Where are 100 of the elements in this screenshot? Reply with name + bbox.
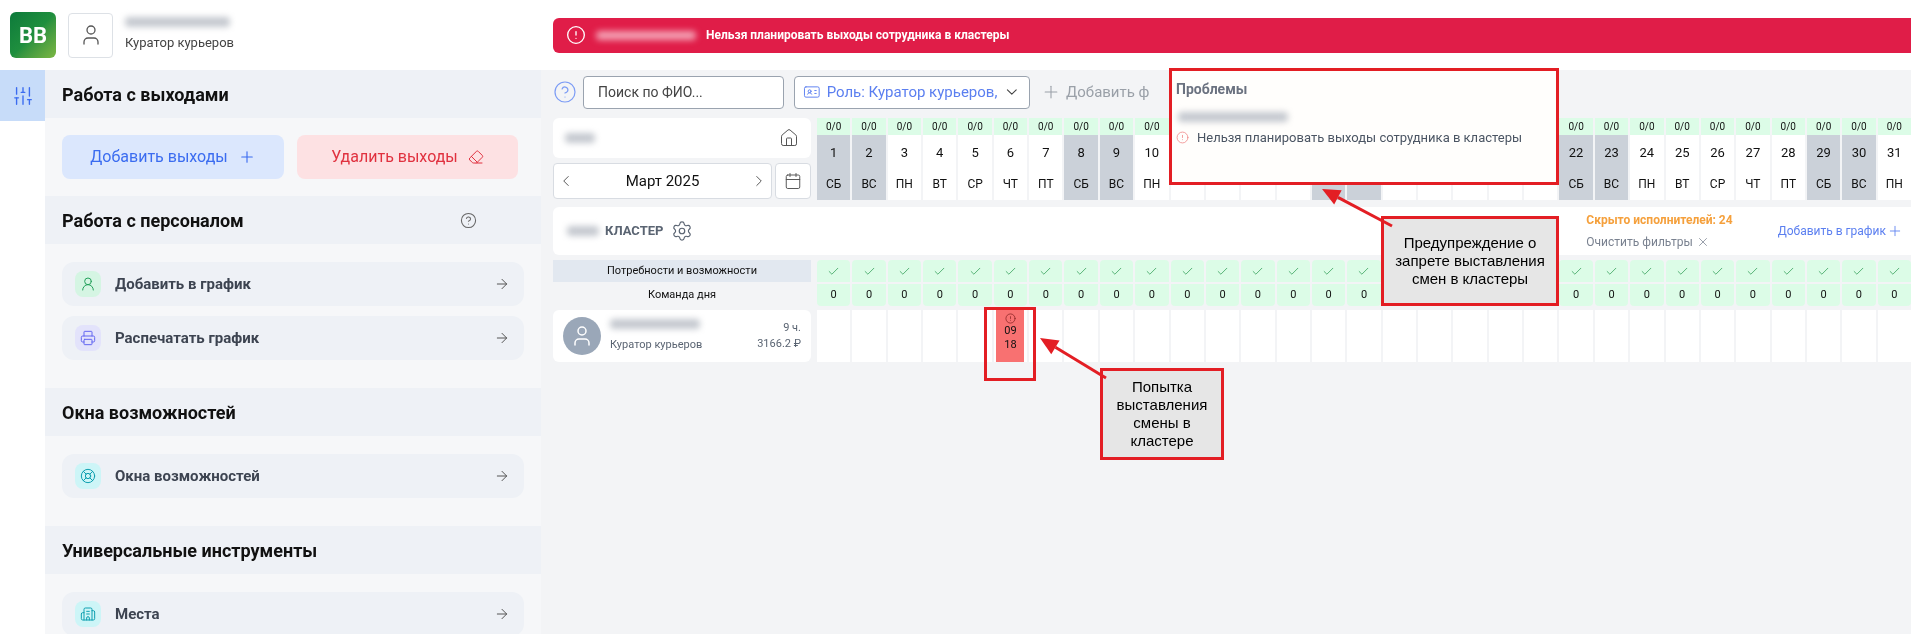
day-weekday: СБ [1073,176,1089,193]
item-label: Добавить в график [115,273,252,295]
team-cell: 0 [958,284,992,306]
alert-icon [566,25,586,45]
day-column-header[interactable]: 6 ЧТ [993,135,1028,200]
add-to-schedule-link[interactable]: Добавить в график [1777,222,1903,240]
day-column-header[interactable]: 1 СБ [817,135,851,200]
sliders-icon [11,84,34,107]
id-card-icon [803,83,821,101]
annotation-arrow [1040,338,1107,380]
team-cell: 0 [923,284,957,306]
search-field[interactable]: Поиск по ФИО... [583,75,784,109]
day-column-header[interactable]: 30 ВС [1842,135,1876,200]
day-weekday: ПТ [1780,176,1797,193]
month-switcher[interactable]: Март 2025 [553,163,772,199]
team-cell: 0 [1594,284,1629,306]
day-weekday: СБ [826,176,842,193]
team-cell: 0 [1700,284,1735,306]
home-icon [779,128,799,148]
clear-filters-link[interactable]: Очистить фильтры [1586,233,1710,251]
section-title: Универсальные инструменты [62,538,318,563]
day-number: 27 [1745,144,1761,161]
lifebuoy-icon [75,463,101,489]
day-number: 3 [900,144,909,161]
day-weekday: СБ [1815,176,1832,193]
day-number: 7 [1042,144,1050,161]
arrow-right-icon [494,330,510,346]
day-number: 10 [1144,144,1160,161]
hidden-count: Скрыто исполнителей: 24 [1586,212,1733,229]
day-number: 1 [830,144,838,161]
day-weekday: ВС [861,176,877,193]
team-cell: 0 [1347,284,1381,306]
employee-card[interactable]: Куратор курьеров 9 ч. 3166.2 ₽ [553,310,811,362]
day-load: 0/0 [958,118,992,135]
shift-cell[interactable]: 09 18 [996,310,1025,362]
day-number: 5 [971,144,979,161]
day-number: 26 [1710,144,1725,161]
team-cell: 0 [1877,284,1911,306]
day-load: 0/0 [1665,118,1699,135]
day-column-header[interactable]: 3 ПН [887,135,922,200]
calendar-button[interactable] [775,163,811,199]
day-column-header[interactable]: 2 ВС [852,135,886,200]
add-shifts-button[interactable]: Добавить выходы [62,135,284,179]
day-load: 0/0 [1877,118,1911,135]
item-label: Окна возможностей [115,465,261,487]
day-column-header[interactable]: 5 СР [958,135,992,200]
day-column-header[interactable]: 25 ВТ [1665,135,1699,200]
day-weekday: ПН [1885,176,1903,193]
day-number: 4 [936,144,944,161]
role-filter-dropdown[interactable]: Роль: Куратор курьеров, [794,75,1030,109]
user-icon [75,271,101,297]
day-number: 9 [1112,144,1121,161]
popover-message: Нельзя планировать выходы сотрудника в кластеры [1197,129,1523,147]
day-column-header[interactable]: 10 ПН [1135,135,1169,200]
day-load: 0/0 [817,118,851,135]
blurred-text [567,226,599,236]
team-cell: 0 [1842,284,1876,306]
sidebar-item[interactable]: Места [62,592,524,634]
settings-icon[interactable] [671,220,694,242]
day-column-header[interactable]: 8 СБ [1064,135,1098,200]
delete-shifts-button[interactable]: Удалить выходы [297,135,518,179]
arrow-right-icon [494,468,510,484]
sidebar-item[interactable]: Распечатать график [62,316,524,360]
team-cell: 0 [817,284,851,306]
help-icon[interactable] [553,80,577,104]
sidebar-item[interactable]: Добавить в график [62,262,524,306]
sidebar-item[interactable]: Окна возможностей [62,454,524,498]
day-column-header[interactable]: 7 ПТ [1029,135,1063,200]
day-column-header[interactable]: 4 ВТ [923,135,957,200]
day-column-header[interactable]: 23 ВС [1594,135,1629,200]
help-icon[interactable] [460,211,477,229]
logo: BB [10,12,56,58]
day-number: 31 [1887,144,1902,161]
day-load: 0/0 [852,118,886,135]
day-load: 0/0 [1700,118,1735,135]
location-field[interactable] [553,118,811,158]
schedule-cell[interactable] [1064,310,1098,362]
day-column-header[interactable]: 29 СБ [1806,135,1841,200]
section-title: Работа с персоналом [62,208,244,233]
day-weekday: СР [967,176,983,193]
day-column-header[interactable]: 27 ЧТ [1736,135,1770,200]
team-cell: 0 [1559,284,1593,306]
day-column-header[interactable]: 22 СБ [1559,135,1593,200]
arrow-right-icon [494,606,510,622]
calendar-icon [784,172,802,190]
day-column-header[interactable]: 9 ВС [1099,135,1134,200]
blurred-text [565,133,595,143]
day-number: 6 [1006,144,1015,161]
team-cell: 0 [1135,284,1169,306]
avatar[interactable] [68,12,113,58]
employee-role: Куратор курьеров [610,336,704,353]
item-label: Места [115,603,161,625]
day-column-header[interactable]: 28 ПТ [1771,135,1805,200]
team-cell: 0 [852,284,886,306]
day-weekday: ПН [1638,176,1656,193]
day-column-header[interactable]: 24 ПН [1630,135,1664,200]
day-column-header[interactable]: 31 ПН [1877,135,1911,200]
day-column-header[interactable]: 26 СР [1700,135,1735,200]
day-weekday: ВТ [1674,176,1690,193]
day-load: 0/0 [1630,118,1664,135]
